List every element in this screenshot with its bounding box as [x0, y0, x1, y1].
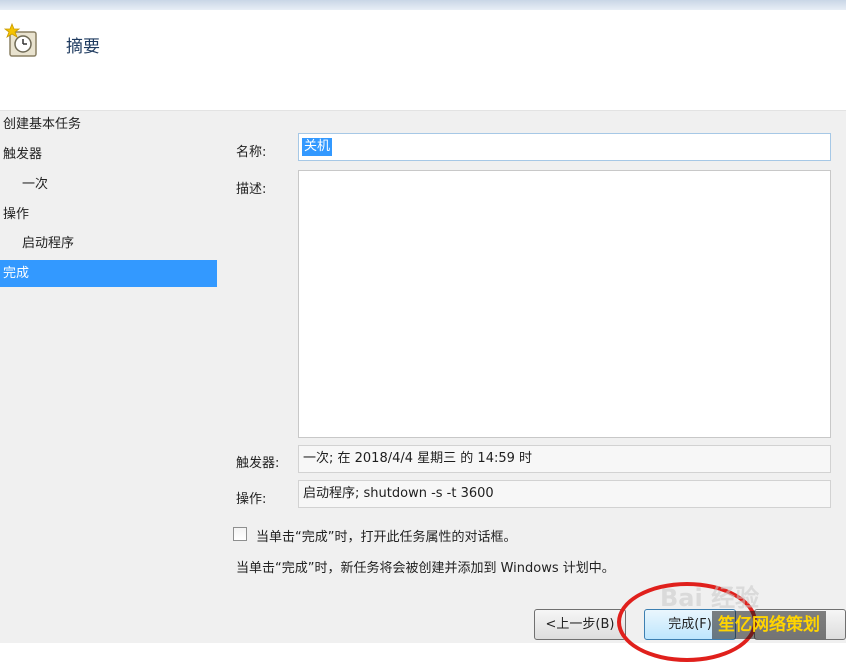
description-textarea[interactable] — [298, 170, 831, 438]
action-summary-field: 启动程序; shutdown -s -t 3600 — [298, 480, 831, 508]
page-title: 摘要 — [66, 37, 100, 57]
wizard-steps-nav: 创建基本任务 触发器 一次 操作 启动程序 完成 — [0, 111, 217, 643]
name-input-value: 关机 — [302, 138, 333, 156]
finish-info-text: 当单击“完成”时，新任务将会被创建并添加到 Windows 计划中。 — [236, 561, 615, 576]
name-input[interactable]: 关机 — [298, 133, 831, 161]
nav-step-action[interactable]: 操作 — [0, 201, 217, 228]
wizard-header: 摘要 — [0, 10, 846, 111]
nav-step-finish[interactable]: 完成 — [0, 260, 217, 287]
nav-step-once[interactable]: 一次 — [0, 171, 236, 198]
name-label: 名称: — [236, 145, 267, 160]
action-label: 操作: — [236, 492, 267, 507]
open-properties-checkbox-label[interactable]: 当单击“完成”时，打开此任务属性的对话框。 — [256, 526, 516, 545]
description-label: 描述: — [236, 182, 267, 197]
nav-step-trigger[interactable]: 触发器 — [0, 141, 217, 168]
back-button[interactable]: <上一步(B) — [534, 609, 626, 640]
nav-step-start-program[interactable]: 启动程序 — [0, 230, 236, 257]
open-properties-checkbox[interactable] — [233, 527, 247, 541]
wizard-body: 创建基本任务 触发器 一次 操作 启动程序 完成 名称: 关机 描述: 触发器:… — [0, 111, 846, 643]
nav-step-create-basic-task[interactable]: 创建基本任务 — [0, 111, 217, 138]
task-clock-icon — [4, 22, 37, 57]
site-watermark: 笙亿网络策划 — [712, 611, 826, 639]
trigger-label: 触发器: — [236, 456, 280, 471]
baidu-watermark: Bai 经验 — [660, 584, 760, 612]
trigger-summary-field: 一次; 在 2018/4/4 星期三 的 14:59 时 — [298, 445, 831, 473]
